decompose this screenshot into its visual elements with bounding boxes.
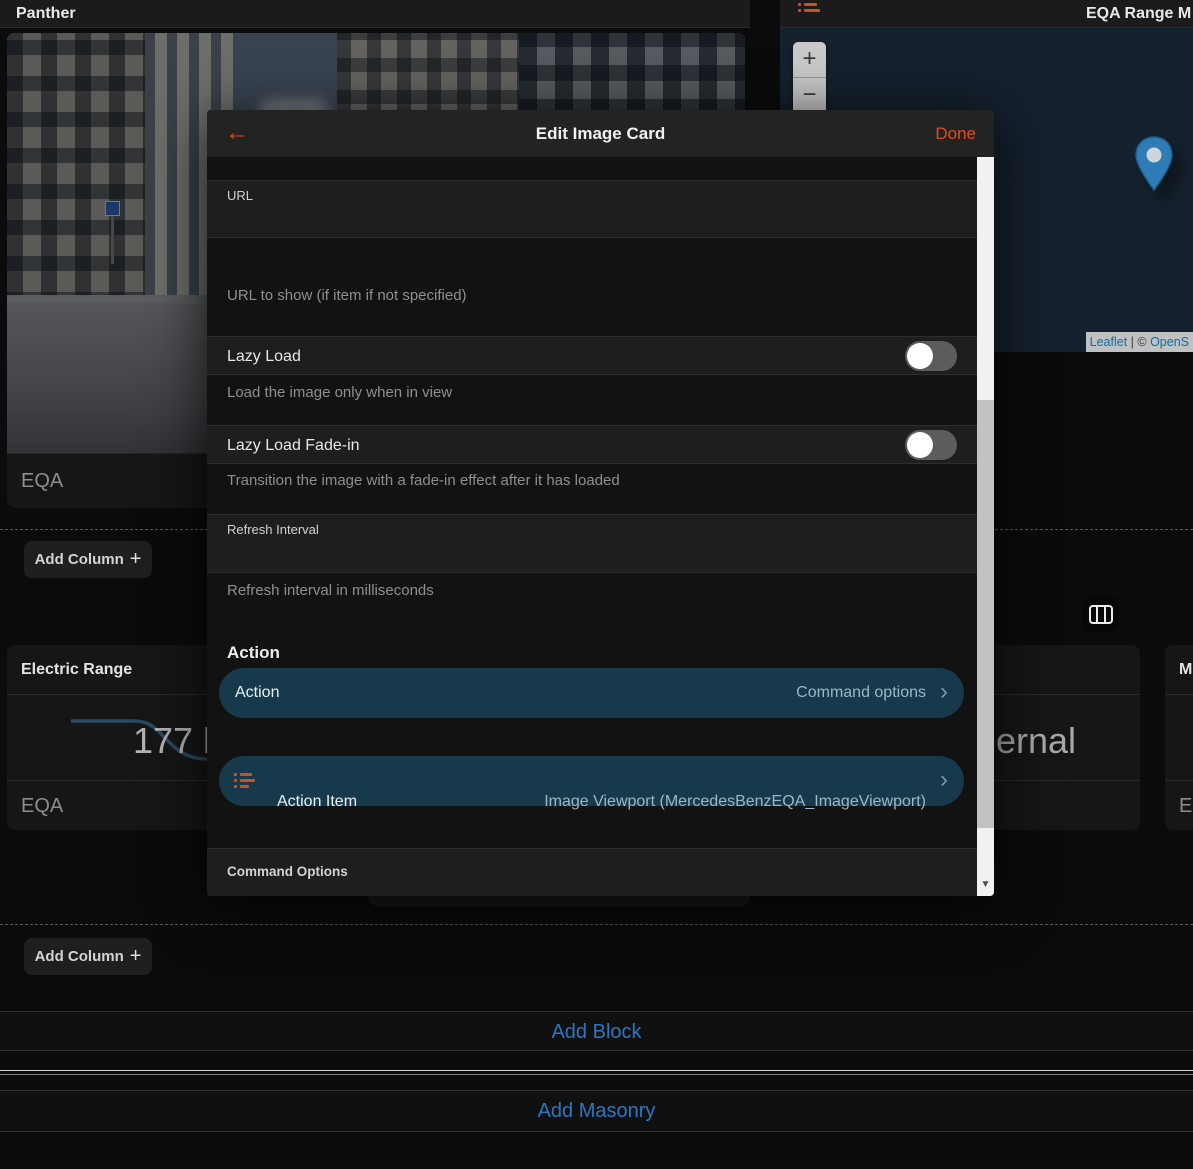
add-column-label: Add Column: [35, 948, 124, 965]
action-section-title: Action: [227, 643, 280, 663]
lazy-load-toggle[interactable]: [905, 341, 957, 371]
divider: [0, 1050, 1193, 1051]
action-item-row[interactable]: Action Item Image Viewport (MercedesBenz…: [219, 756, 964, 806]
divider: [0, 1131, 1193, 1132]
map-card-header: EQA Range M: [780, 0, 1193, 28]
url-label: URL: [227, 188, 253, 203]
drop-indicator: [0, 1074, 1193, 1075]
add-column-label: Add Column: [35, 551, 124, 568]
lazy-load-fade-in-row: Lazy Load Fade-in: [207, 425, 977, 464]
map-card-title: EQA Range M: [1086, 0, 1191, 27]
refresh-interval-block: Refresh Interval: [207, 514, 977, 573]
card-footer: E: [1165, 780, 1193, 830]
zoom-in-button[interactable]: +: [793, 42, 826, 78]
columns-icon[interactable]: [1083, 596, 1119, 632]
left-page-header: Panther: [0, 0, 750, 28]
lazy-load-fade-in-hint: Transition the image with a fade-in effe…: [227, 472, 620, 489]
lazy-load-row: Lazy Load: [207, 336, 977, 375]
partial-card-right[interactable]: M E: [1165, 645, 1193, 830]
action-item-label: Action Item: [277, 777, 357, 827]
item-list-icon: [234, 773, 254, 789]
refresh-interval-label: Refresh Interval: [227, 522, 319, 537]
url-field-block: URL: [207, 180, 977, 238]
add-column-button[interactable]: Add Column +: [24, 938, 152, 975]
refresh-interval-hint: Refresh interval in milliseconds: [227, 582, 434, 599]
action-item-value: Image Viewport (MercedesBenzEQA_ImageVie…: [544, 777, 926, 827]
lazy-load-hint: Load the image only when in view: [227, 384, 452, 401]
chevron-right-icon: ›: [940, 756, 948, 803]
leaflet-link[interactable]: Leaflet: [1090, 335, 1128, 349]
add-column-button[interactable]: Add Column +: [24, 541, 152, 578]
divider: [0, 1011, 1193, 1012]
edit-image-card-modal: ← Edit Image Card Done URL URL to show (…: [207, 110, 994, 896]
section-divider: [0, 924, 1193, 925]
done-button[interactable]: Done: [935, 110, 976, 157]
command-options-label: Command Options: [227, 864, 348, 879]
menu-list-icon[interactable]: [798, 3, 818, 19]
page-title: Panther: [16, 0, 76, 27]
action-value: Command options: [796, 668, 926, 718]
lazy-load-fade-in-toggle[interactable]: [905, 430, 957, 460]
divider: [0, 1090, 1193, 1091]
chevron-right-icon: ›: [940, 668, 948, 715]
modal-header: ← Edit Image Card Done: [207, 110, 994, 157]
action-select-row[interactable]: Action Command options ›: [219, 668, 964, 718]
modal-title: Edit Image Card: [207, 110, 994, 157]
drop-indicator: [0, 1070, 1193, 1071]
action-label: Action: [235, 668, 279, 718]
map-attribution: Leaflet | © OpenS: [1086, 332, 1193, 352]
card-value: ernal: [996, 720, 1076, 762]
scrollbar-thumb[interactable]: [977, 400, 994, 828]
osm-link[interactable]: OpenS: [1150, 335, 1189, 349]
plus-icon: +: [130, 945, 142, 968]
map-pin-icon[interactable]: [1134, 136, 1174, 192]
add-masonry-link[interactable]: Add Masonry: [0, 1100, 1193, 1123]
url-hint: URL to show (if item if not specified): [227, 287, 467, 304]
plus-icon: +: [130, 548, 142, 571]
lazy-load-label: Lazy Load: [227, 337, 301, 376]
scrollbar-down-arrow-icon[interactable]: ▼: [977, 875, 994, 896]
modal-scrollbar[interactable]: ▼: [977, 157, 994, 896]
add-block-link[interactable]: Add Block: [0, 1021, 1193, 1044]
url-input[interactable]: [227, 207, 927, 225]
refresh-interval-input[interactable]: [227, 541, 927, 559]
map-zoom-control: + −: [793, 42, 826, 114]
card-title: M: [1165, 645, 1193, 695]
lazy-load-fade-in-label: Lazy Load Fade-in: [227, 426, 360, 465]
modal-body: URL URL to show (if item if not specifie…: [207, 157, 977, 896]
command-options-block: Command Options: [207, 848, 977, 896]
zoom-out-button[interactable]: −: [793, 78, 826, 114]
